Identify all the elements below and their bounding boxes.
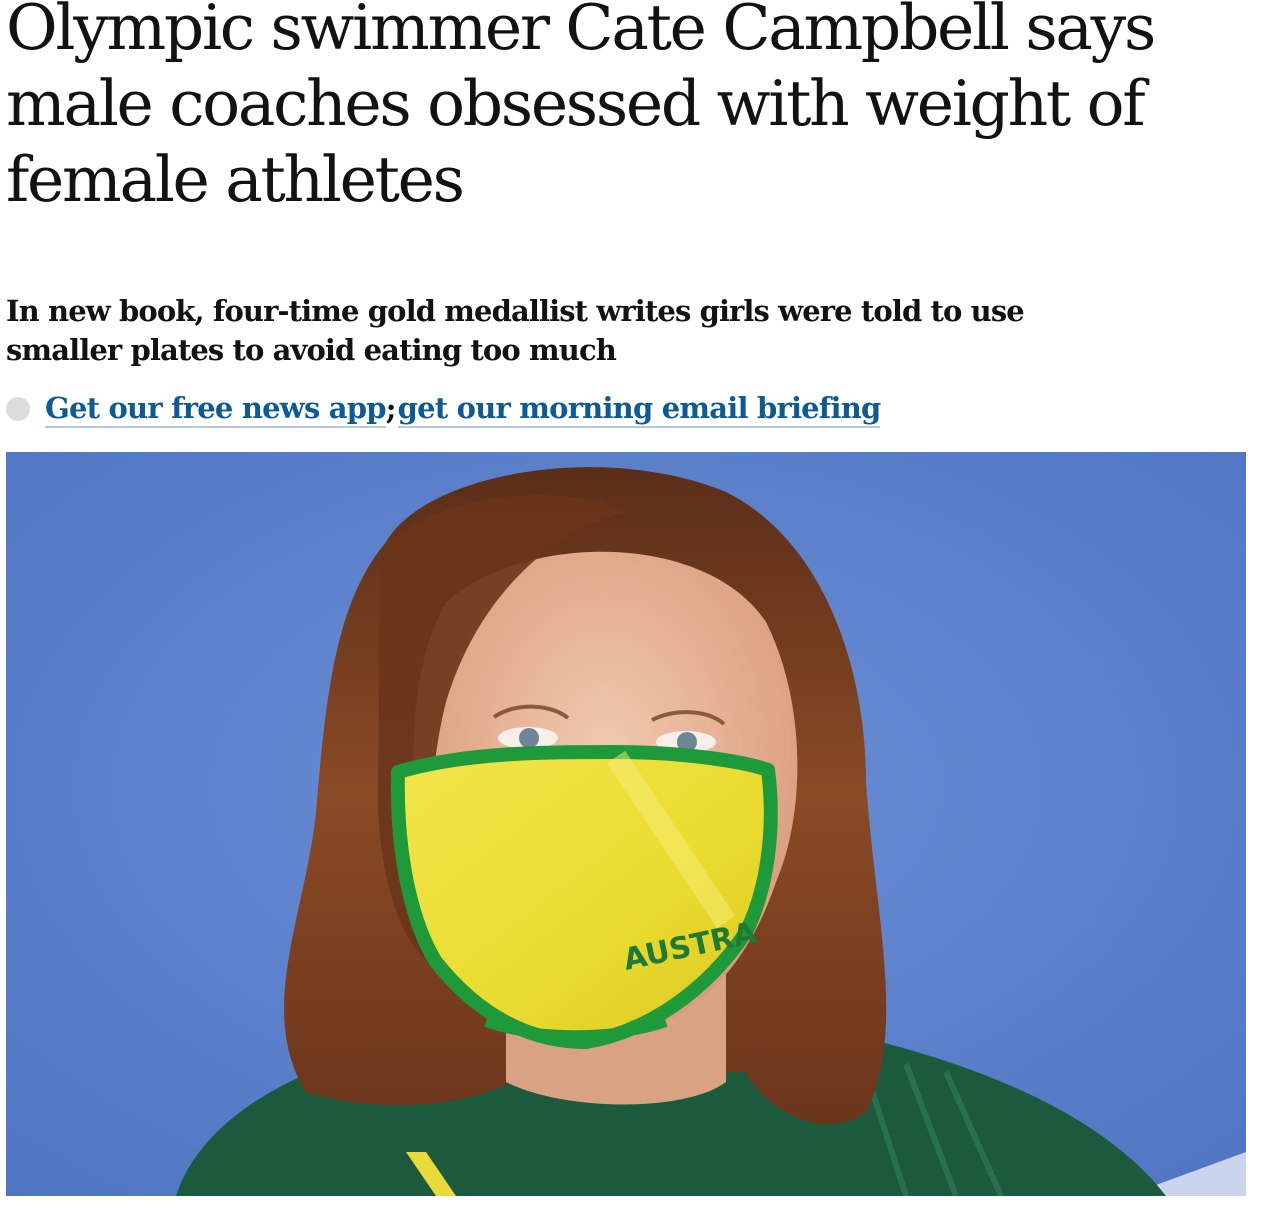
promo-links: Get our free news app ; get our morning … bbox=[6, 386, 1206, 432]
news-app-link[interactable]: Get our free news app bbox=[45, 391, 387, 428]
standfirst: In new book, four-time gold medallist wr… bbox=[6, 294, 1025, 367]
article-photo: AUSTRA bbox=[6, 452, 1246, 1196]
bullet-icon bbox=[6, 397, 30, 421]
headline: Olympic swimmer Cate Campbell says male … bbox=[6, 0, 1156, 216]
link-separator: ; bbox=[385, 392, 397, 426]
email-briefing-link[interactable]: get our morning email briefing bbox=[397, 391, 881, 428]
